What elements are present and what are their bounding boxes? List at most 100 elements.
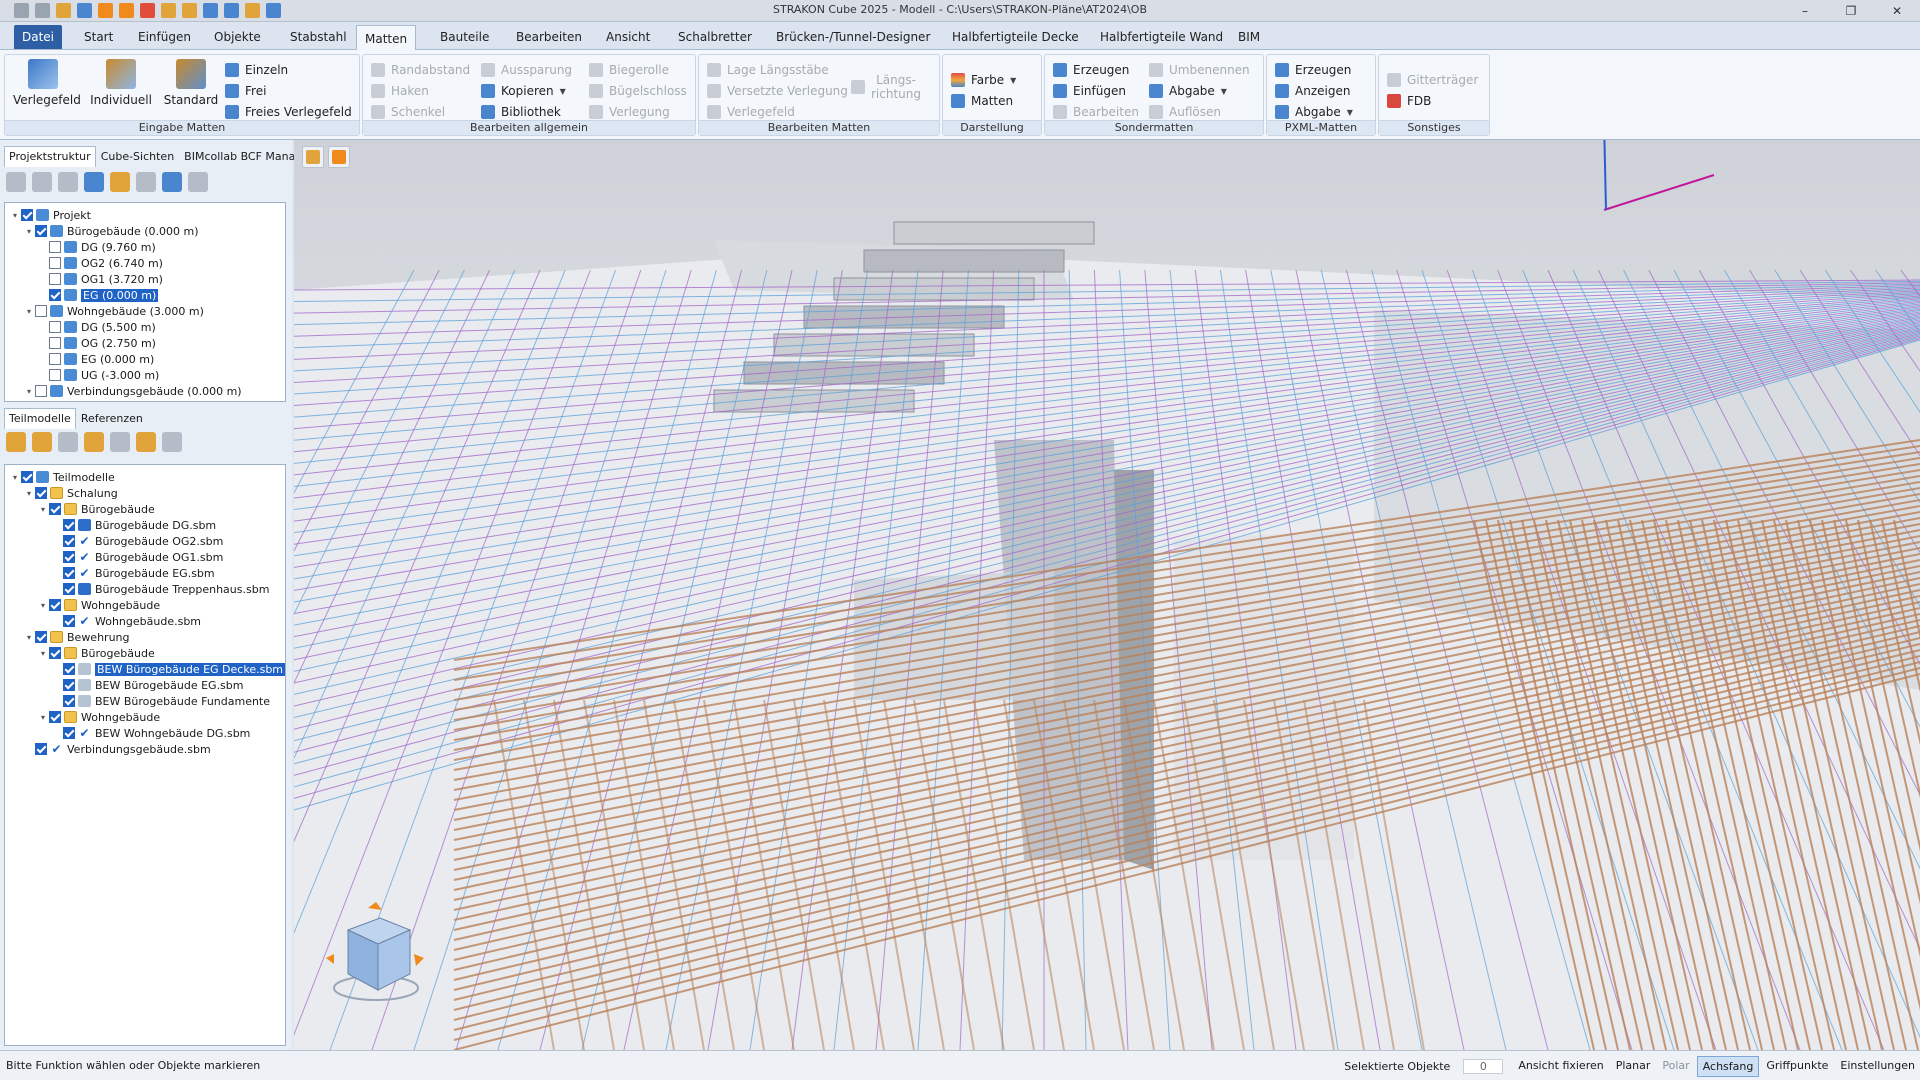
aufloesen-button[interactable]: Auflösen [1149, 103, 1221, 121]
pxml-erzeugen-button[interactable]: Erzeugen [1275, 61, 1351, 79]
tree-checkbox[interactable] [63, 695, 75, 707]
frei-button[interactable]: Frei [225, 82, 266, 100]
tree-checkbox[interactable] [49, 289, 61, 301]
tree-checkbox[interactable] [63, 551, 75, 563]
verlegefeld-edit-button[interactable]: Verlegefeld [707, 103, 795, 121]
tab-einfügen[interactable]: Einfügen [130, 25, 199, 49]
tree-item[interactable]: BEW Bürogebäude Fundamente [51, 693, 270, 709]
panel-tab-projektstruktur[interactable]: Projektstruktur [4, 146, 96, 167]
tree-item[interactable]: OG (2.750 m) [37, 335, 156, 351]
sonder-bearbeiten-button[interactable]: Bearbeiten [1053, 103, 1139, 121]
tree-item[interactable]: ✔ BEW Wohngebäude DG.sbm [51, 725, 250, 741]
tree-item[interactable]: ▾ Teilmodelle [9, 469, 115, 485]
einzeln-button[interactable]: Einzeln [225, 61, 288, 79]
tree-checkbox[interactable] [49, 503, 61, 515]
bibliothek-button[interactable]: Bibliothek [481, 103, 561, 121]
tree-item[interactable]: ▾ Wohngebäude [37, 709, 160, 725]
tree-item[interactable]: ▾ Wohngebäude [37, 597, 160, 613]
sonder-erzeugen-button[interactable]: Erzeugen [1053, 61, 1129, 79]
tree-item[interactable]: EG (0.000 m) [37, 287, 159, 303]
tree-item[interactable]: UG (0.000 m) [37, 399, 155, 402]
tree-checkbox[interactable] [63, 567, 75, 579]
minimize-button[interactable]: – [1782, 0, 1828, 22]
tree-item[interactable]: ▾ Bürogebäude [37, 645, 155, 661]
tree-item[interactable]: ▾ Wohngebäude (3.000 m) [23, 303, 204, 319]
tree-item[interactable]: ✔ Verbindungsgebäude.sbm [23, 741, 211, 757]
tree-item[interactable]: ▾ Bürogebäude [37, 501, 155, 517]
tree-item[interactable]: EG (0.000 m) [37, 351, 154, 367]
laengsrichtung-button[interactable]: Längs- richtung [851, 69, 921, 105]
tree-item[interactable]: ✔ Bürogebäude OG2.sbm [51, 533, 223, 549]
tree-item[interactable]: BEW Bürogebäude EG Decke.sbm [51, 661, 285, 677]
render-mode-button[interactable] [302, 146, 324, 168]
tree-item[interactable]: ✔ Bürogebäude EG.sbm [51, 565, 215, 581]
tab-start[interactable]: Start [76, 25, 121, 49]
tree-checkbox[interactable] [49, 369, 61, 381]
panel-tab-cube-sichten[interactable]: Cube-Sichten [96, 146, 179, 167]
delete-icon[interactable] [136, 172, 156, 192]
close-button[interactable]: ✕ [1874, 0, 1920, 22]
expand-toggle-icon[interactable]: ▾ [37, 713, 49, 722]
chevron-down-icon[interactable]: ▼ [1010, 76, 1016, 85]
tree-item[interactable]: OG2 (6.740 m) [37, 255, 163, 271]
tab-bearbeiten[interactable]: Bearbeiten [508, 25, 590, 49]
tree-checkbox[interactable] [63, 519, 75, 531]
tree-item[interactable]: OG1 (3.720 m) [37, 271, 163, 287]
tree-checkbox[interactable] [49, 647, 61, 659]
tree-item[interactable]: UG (-3.000 m) [37, 367, 159, 383]
tree-checkbox[interactable] [63, 727, 75, 739]
tab-matten[interactable]: Matten [356, 25, 417, 51]
model-scene[interactable] [294, 140, 1920, 1050]
matten-display-button[interactable]: Matten [951, 92, 1013, 110]
up-level-icon[interactable] [58, 172, 78, 192]
tab-bauteile[interactable]: Bauteile [432, 25, 497, 49]
view-cube[interactable] [324, 900, 434, 1010]
tree-checkbox[interactable] [49, 401, 61, 402]
expand-toggle-icon[interactable]: ▾ [37, 505, 49, 514]
chevron-down-icon[interactable]: ▼ [1221, 87, 1227, 96]
verlegung-button[interactable]: Verlegung [589, 103, 670, 121]
status-planar[interactable]: Planar [1611, 1056, 1656, 1077]
tab-datei[interactable]: Datei [14, 25, 63, 49]
tab-halbfertigteile-decke[interactable]: Halbfertigteile Decke [944, 25, 1087, 49]
tree-item[interactable]: DG (9.760 m) [37, 239, 156, 255]
tree-item[interactable]: Bürogebäude DG.sbm [51, 517, 216, 533]
haken-button[interactable]: Haken [371, 82, 429, 100]
tree-checkbox[interactable] [49, 711, 61, 723]
tree-checkbox[interactable] [21, 209, 33, 221]
tree-checkbox[interactable] [21, 471, 33, 483]
tree-item[interactable]: Bürogebäude Treppenhaus.sbm [51, 581, 269, 597]
3d-viewport[interactable] [294, 140, 1920, 1050]
tree-checkbox[interactable] [63, 679, 75, 691]
shading-button[interactable] [328, 146, 350, 168]
versetzte-verlegung-button[interactable]: Versetzte Verlegung [707, 82, 848, 100]
tree-checkbox[interactable] [63, 663, 75, 675]
tree-checkbox[interactable] [35, 631, 47, 643]
tree-item[interactable]: BEW Bürogebäude EG.sbm [51, 677, 244, 693]
restore-button[interactable]: ❐ [1828, 0, 1874, 22]
fdb-button[interactable]: FDB [1387, 92, 1431, 110]
tree-item[interactable]: DG (5.500 m) [37, 319, 156, 335]
expand-toggle-icon[interactable]: ▾ [37, 601, 49, 610]
layers-icon[interactable] [6, 172, 26, 192]
tree-checkbox[interactable] [49, 353, 61, 365]
home-icon[interactable] [84, 172, 104, 192]
freies-verlegefeld-button[interactable]: Freies Verlegefeld [225, 103, 352, 121]
chevron-down-icon[interactable]: ▼ [1347, 108, 1353, 117]
tree-item[interactable]: ✔ Bürogebäude OG1.sbm [51, 549, 223, 565]
tree-item[interactable]: ▾ Bürogebäude (0.000 m) [23, 223, 199, 239]
move-icon[interactable] [110, 432, 130, 452]
expand-toggle-icon[interactable]: ▾ [9, 211, 21, 220]
tree-item[interactable]: ▾ Verbindungsgebäude (0.000 m) [23, 383, 242, 399]
pencil-icon[interactable] [110, 172, 130, 192]
settings-icon[interactable] [162, 172, 182, 192]
tree-checkbox[interactable] [63, 583, 75, 595]
aussparung-button[interactable]: Aussparung [481, 61, 572, 79]
tree-checkbox[interactable] [63, 615, 75, 627]
tree-item[interactable]: ▾ Projekt [9, 207, 91, 223]
tree-checkbox[interactable] [35, 305, 47, 317]
tree-checkbox[interactable] [49, 599, 61, 611]
verlegefeld-button[interactable]: Verlegefeld [13, 59, 81, 107]
lage-laengsstaebe-button[interactable]: Lage Längsstäbe [707, 61, 829, 79]
flag-icon[interactable] [136, 432, 156, 452]
